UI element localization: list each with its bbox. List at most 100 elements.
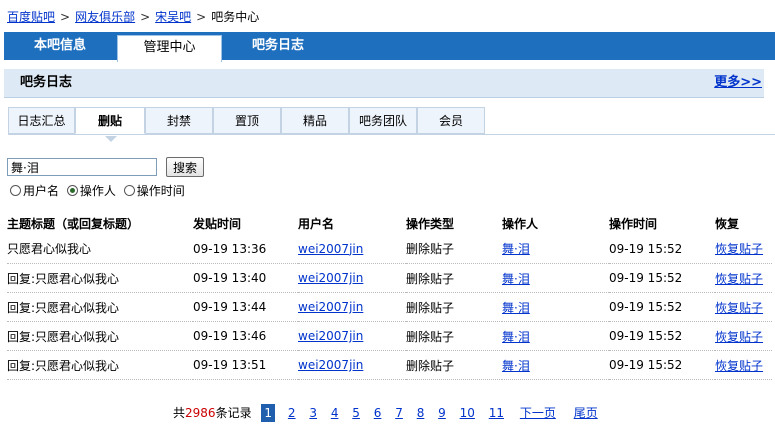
post-time: 09-19 13:46 bbox=[193, 321, 298, 351]
operation-time: 09-19 15:52 bbox=[609, 292, 715, 322]
pagination: 共2986条记录 1 2 3 4 5 6 7 8 9 10 11 下一页 尾页 bbox=[173, 404, 605, 422]
search-button[interactable]: 搜索 bbox=[166, 157, 204, 177]
operation-type: 删除贴子 bbox=[406, 263, 502, 293]
post-title: 回复:只愿君心似我心 bbox=[7, 350, 193, 380]
subtab-ban[interactable]: 封禁 bbox=[145, 107, 213, 134]
post-title: 只愿君心似我心 bbox=[7, 234, 193, 264]
search-input[interactable] bbox=[7, 158, 157, 176]
operation-time: 09-19 15:52 bbox=[609, 321, 715, 351]
page-link[interactable]: 3 bbox=[309, 406, 317, 420]
column-header: 操作时间 bbox=[609, 216, 658, 231]
breadcrumb-link[interactable]: 百度贴吧 bbox=[7, 10, 55, 24]
post-time: 09-19 13:40 bbox=[193, 263, 298, 293]
operation-type: 删除贴子 bbox=[406, 292, 502, 322]
radio-off-icon[interactable] bbox=[123, 185, 135, 196]
subtab-pin[interactable]: 置顶 bbox=[213, 107, 281, 134]
operator-link[interactable]: 舞·泪 bbox=[502, 242, 530, 256]
column-header: 操作类型 bbox=[406, 216, 455, 231]
operation-time: 09-19 15:52 bbox=[609, 234, 715, 264]
column-header: 恢复 bbox=[715, 216, 740, 231]
restore-post-link[interactable]: 恢复贴子 bbox=[715, 301, 763, 315]
main-nav: 本吧信息 管理中心 吧务日志 bbox=[4, 32, 775, 62]
search-type-radio-group: 用户名 操作人 操作时间 bbox=[10, 182, 189, 198]
radio-label: 操作时间 bbox=[136, 184, 185, 198]
page-link[interactable]: 11 bbox=[489, 406, 504, 420]
post-time: 09-19 13:51 bbox=[193, 350, 298, 380]
operation-type: 删除贴子 bbox=[406, 321, 502, 351]
radio-on-icon[interactable] bbox=[66, 185, 78, 196]
column-header: 发贴时间 bbox=[193, 216, 242, 231]
record-count-number: 2986 bbox=[185, 406, 216, 420]
tab-management-center[interactable]: 管理中心 bbox=[117, 35, 222, 62]
table-row: 回复:只愿君心似我心 09-19 13:44 wei2007jin 删除贴子 舞… bbox=[7, 292, 772, 322]
page-link[interactable]: 10 bbox=[460, 406, 475, 420]
operation-type: 删除贴子 bbox=[406, 234, 502, 264]
page-current[interactable]: 1 bbox=[261, 404, 276, 422]
radio-label: 用户名 bbox=[23, 184, 60, 198]
username-link[interactable]: wei2007jin bbox=[298, 300, 363, 314]
column-header: 用户名 bbox=[298, 216, 335, 231]
restore-post-link[interactable]: 恢复贴子 bbox=[715, 242, 763, 256]
post-time: 09-19 13:36 bbox=[193, 234, 298, 264]
restore-post-link[interactable]: 恢复贴子 bbox=[715, 330, 763, 344]
operator-link[interactable]: 舞·泪 bbox=[502, 272, 530, 286]
restore-post-link[interactable]: 恢复贴子 bbox=[715, 359, 763, 373]
page-link[interactable]: 5 bbox=[352, 406, 360, 420]
radio-off-icon[interactable] bbox=[10, 185, 21, 196]
tab-bar-info[interactable]: 本吧信息 bbox=[12, 32, 108, 60]
operator-link[interactable]: 舞·泪 bbox=[502, 301, 530, 315]
radio-username[interactable]: 用户名 bbox=[10, 182, 59, 199]
breadcrumb-separator: > bbox=[196, 10, 207, 24]
log-table: 主题标题（或回复标题） 发贴时间 用户名 操作类型 操作人 操作时间 恢复 只愿… bbox=[7, 212, 772, 380]
operation-time: 09-19 15:52 bbox=[609, 350, 715, 380]
subtab-featured[interactable]: 精品 bbox=[281, 107, 349, 134]
page-link[interactable]: 2 bbox=[288, 406, 296, 420]
table-row: 回复:只愿君心似我心 09-19 13:46 wei2007jin 删除贴子 舞… bbox=[7, 321, 772, 351]
table-row: 回复:只愿君心似我心 09-19 13:40 wei2007jin 删除贴子 舞… bbox=[7, 263, 772, 293]
operation-time: 09-19 15:52 bbox=[609, 263, 715, 293]
subtab-log-summary[interactable]: 日志汇总 bbox=[8, 107, 75, 134]
record-count-suffix: 条记录 bbox=[215, 406, 252, 420]
page-link[interactable]: 4 bbox=[331, 406, 339, 420]
subtab-members[interactable]: 会员 bbox=[417, 107, 485, 134]
breadcrumb-separator: > bbox=[140, 10, 151, 24]
breadcrumb-link[interactable]: 网友俱乐部 bbox=[75, 10, 135, 24]
radio-operation-time[interactable]: 操作时间 bbox=[123, 182, 185, 199]
page-link[interactable]: 9 bbox=[438, 406, 446, 420]
page-link[interactable]: 6 bbox=[374, 406, 382, 420]
restore-post-link[interactable]: 恢复贴子 bbox=[715, 272, 763, 286]
breadcrumb-current: 吧务中心 bbox=[211, 10, 260, 24]
subtab-admin-team[interactable]: 吧务团队 bbox=[349, 107, 417, 134]
post-time: 09-19 13:44 bbox=[193, 292, 298, 322]
subtab-divider bbox=[8, 134, 775, 135]
post-title: 回复:只愿君心似我心 bbox=[7, 321, 193, 351]
username-link[interactable]: wei2007jin bbox=[298, 271, 363, 285]
username-link[interactable]: wei2007jin bbox=[298, 242, 363, 256]
panel-title: 吧务日志 bbox=[20, 75, 73, 90]
subtab-delete-posts[interactable]: 删贴 bbox=[75, 107, 145, 134]
tab-bar-log[interactable]: 吧务日志 bbox=[226, 32, 330, 60]
panel-header: 吧务日志 更多>> bbox=[4, 69, 764, 98]
more-link[interactable]: 更多>> bbox=[714, 69, 762, 97]
page-link[interactable]: 7 bbox=[395, 406, 403, 420]
column-header: 主题标题（或回复标题） bbox=[7, 216, 140, 231]
active-tab-pointer bbox=[105, 136, 117, 142]
table-header-row: 主题标题（或回复标题） 发贴时间 用户名 操作类型 操作人 操作时间 恢复 bbox=[7, 212, 772, 234]
post-title: 回复:只愿君心似我心 bbox=[7, 292, 193, 322]
username-link[interactable]: wei2007jin bbox=[298, 358, 363, 372]
breadcrumb-separator: > bbox=[60, 10, 71, 24]
breadcrumb-link[interactable]: 宋吴吧 bbox=[155, 10, 191, 24]
breadcrumb: 百度贴吧 > 网友俱乐部 > 宋吴吧 > 吧务中心 bbox=[7, 9, 259, 25]
table-row: 只愿君心似我心 09-19 13:36 wei2007jin 删除贴子 舞·泪 … bbox=[7, 234, 772, 264]
username-link[interactable]: wei2007jin bbox=[298, 329, 363, 343]
page-link[interactable]: 8 bbox=[417, 406, 425, 420]
record-count-prefix: 共 bbox=[173, 406, 186, 420]
table-row: 回复:只愿君心似我心 09-19 13:51 wei2007jin 删除贴子 舞… bbox=[7, 350, 772, 380]
next-page-link[interactable]: 下一页 bbox=[520, 406, 556, 420]
last-page-link[interactable]: 尾页 bbox=[574, 406, 598, 420]
radio-operator[interactable]: 操作人 bbox=[66, 182, 116, 199]
operator-link[interactable]: 舞·泪 bbox=[502, 359, 530, 373]
column-header: 操作人 bbox=[502, 216, 539, 231]
operator-link[interactable]: 舞·泪 bbox=[502, 330, 530, 344]
operation-type: 删除贴子 bbox=[406, 350, 502, 380]
